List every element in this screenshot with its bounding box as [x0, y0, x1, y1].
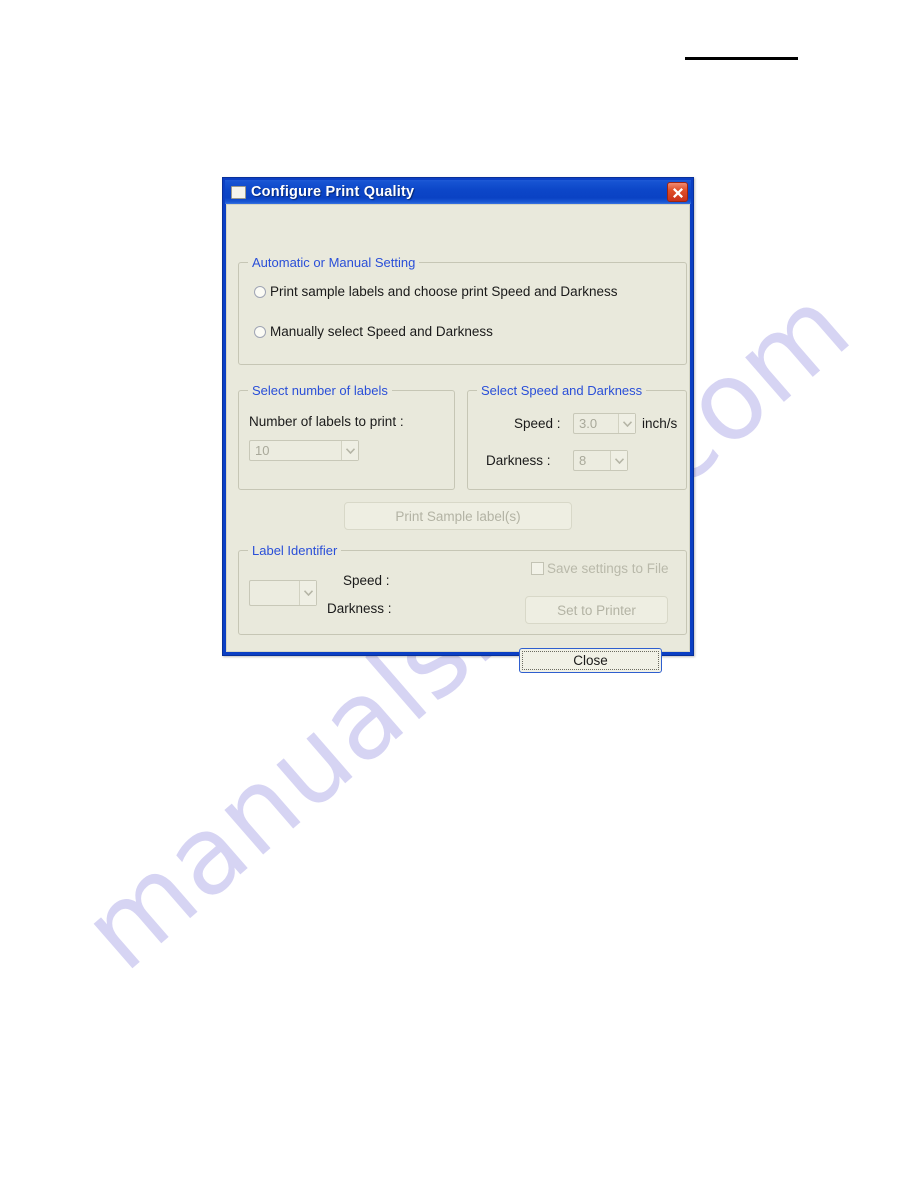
chevron-down-icon [341, 441, 358, 460]
darkness-select[interactable]: 8 [573, 450, 628, 471]
group-label-identifier: Label Identifier Speed : Darkness : Save… [238, 543, 687, 635]
print-sample-labels-button-label: Print Sample label(s) [395, 508, 521, 524]
set-to-printer-button-label: Set to Printer [557, 602, 636, 618]
group-legend-label-identifier: Label Identifier [248, 543, 342, 558]
group-legend-automatic-or-manual: Automatic or Manual Setting [248, 255, 420, 270]
group-automatic-or-manual-setting: Automatic or Manual Setting Print sample… [238, 255, 687, 365]
close-button-label: Close [573, 653, 608, 668]
save-settings-to-file-checkbox[interactable]: Save settings to File [531, 561, 669, 576]
configure-print-quality-dialog: Configure Print Quality Automatic or Man… [222, 177, 694, 673]
close-button[interactable]: Close [519, 648, 662, 673]
group-legend-select-number-of-labels: Select number of labels [248, 383, 392, 398]
chevron-down-icon [618, 414, 635, 433]
set-to-printer-button[interactable]: Set to Printer [525, 596, 668, 624]
number-of-labels-label: Number of labels to print : [249, 414, 404, 429]
checkbox-box-icon [531, 562, 544, 575]
save-settings-to-file-label: Save settings to File [547, 561, 669, 576]
print-sample-labels-button[interactable]: Print Sample label(s) [344, 502, 572, 530]
header-rule [685, 57, 798, 60]
radio-print-sample-labels[interactable]: Print sample labels and choose print Spe… [254, 284, 617, 299]
chevron-down-icon [610, 451, 627, 470]
radio-manually-select-label: Manually select Speed and Darkness [270, 324, 493, 339]
radio-print-sample-labels-label: Print sample labels and choose print Spe… [270, 284, 618, 299]
dialog-title: Configure Print Quality [251, 184, 415, 200]
group-select-speed-and-darkness: Select Speed and Darkness Speed : 3.0 in… [467, 383, 687, 490]
speed-unit-label: inch/s [642, 416, 678, 431]
radio-manually-select[interactable]: Manually select Speed and Darkness [254, 324, 493, 339]
close-icon[interactable] [667, 182, 688, 202]
window-icon [231, 185, 246, 199]
darkness-value: 8 [579, 453, 587, 468]
label-identifier-select[interactable] [249, 580, 317, 606]
group-legend-select-speed-and-darkness: Select Speed and Darkness [477, 383, 647, 398]
dialog-body: Automatic or Manual Setting Print sample… [226, 204, 690, 673]
darkness-label: Darkness : [486, 453, 551, 468]
group-select-number-of-labels: Select number of labels Number of labels… [238, 383, 455, 490]
dialog-titlebar[interactable]: Configure Print Quality [225, 180, 691, 204]
radio-circle-icon [254, 285, 266, 298]
speed-label: Speed : [514, 416, 561, 431]
number-of-labels-select[interactable]: 10 [249, 440, 359, 461]
speed-select[interactable]: 3.0 [573, 413, 636, 434]
speed-value: 3.0 [579, 416, 598, 431]
radio-circle-icon [254, 325, 266, 338]
label-identifier-speed-label: Speed : [343, 573, 390, 588]
label-identifier-darkness-label: Darkness : [327, 601, 392, 616]
chevron-down-icon [299, 581, 316, 605]
number-of-labels-value: 10 [255, 443, 270, 458]
